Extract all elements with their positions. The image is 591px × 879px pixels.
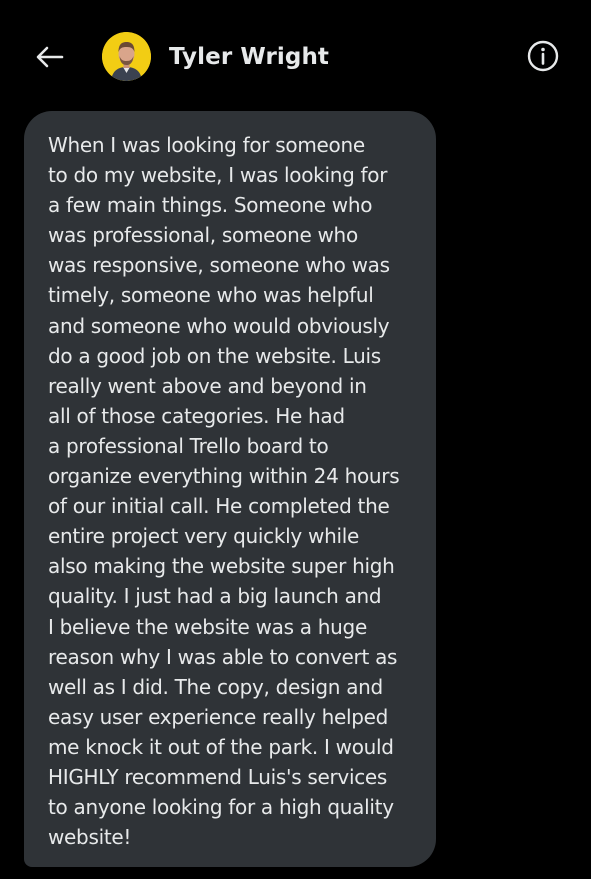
message-text: When I was looking for someone to do my … <box>48 130 423 852</box>
arrow-left-icon <box>36 46 64 68</box>
message-line: a few main things. Someone who <box>48 193 373 218</box>
message-line: timely, someone who was helpful <box>48 283 374 308</box>
message-line: me knock it out of the park. I would <box>48 734 394 759</box>
message-line: I believe the website was a huge <box>48 614 367 639</box>
message-line: HIGHLY recommend Luis's services <box>48 764 388 789</box>
info-circle-icon <box>527 40 559 72</box>
message-line: do a good job on the website. Luis <box>48 343 381 368</box>
message-line: organize everything within 24 hours <box>48 464 400 489</box>
message-line: well as I did. The copy, design and <box>48 674 383 699</box>
message-line: to do my website, I was looking for <box>48 163 388 188</box>
conversation-info-button[interactable] <box>524 37 562 75</box>
message-line: of our initial call. He completed the <box>48 494 390 519</box>
message-line: entire project very quickly while <box>48 524 359 549</box>
contact-name[interactable]: Tyler Wright <box>169 41 329 73</box>
message-line: website! <box>48 825 132 850</box>
message-line: quality. I just had a big launch and <box>48 584 382 609</box>
message-line: to anyone looking for a high quality <box>48 795 394 820</box>
message-line: and someone who would obviously <box>48 313 390 338</box>
message-line: really went above and beyond in <box>48 373 367 398</box>
message-line: easy user experience really helped <box>48 704 389 729</box>
message-line: all of those categories. He had <box>48 403 345 428</box>
message-line: When I was looking for someone <box>48 133 365 157</box>
message-line: a professional Trello board to <box>48 433 329 458</box>
message-line: was professional, someone who <box>48 223 358 248</box>
back-button[interactable] <box>30 38 68 76</box>
message-line: was responsive, someone who was <box>48 253 390 278</box>
message-line: reason why I was able to convert as <box>48 644 398 669</box>
conversation-header: Tyler Wright <box>0 0 591 112</box>
message-line: also making the website super high <box>48 554 395 579</box>
avatar[interactable] <box>102 32 151 81</box>
avatar-photo <box>102 32 151 81</box>
